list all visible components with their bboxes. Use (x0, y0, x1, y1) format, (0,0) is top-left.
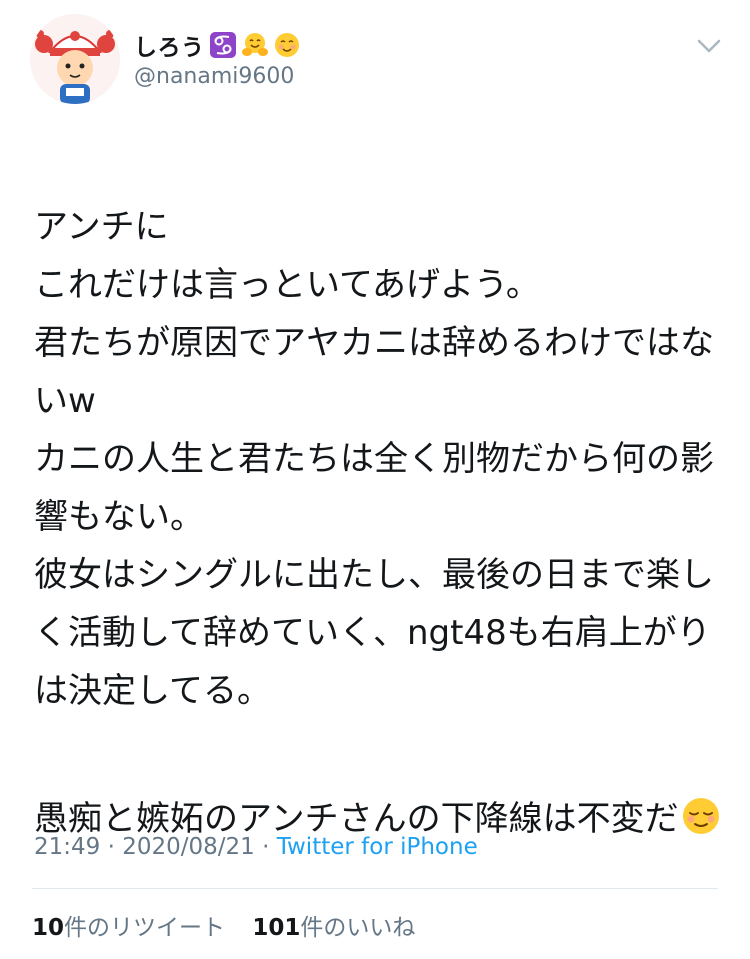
character-avatar-icon (30, 14, 120, 104)
meta-separator: · (100, 834, 123, 860)
hugging-face-icon (241, 31, 269, 59)
tweet-time: 21:49 (34, 834, 101, 860)
user-info: しろう @nanami9600 (134, 28, 301, 89)
avatar[interactable] (30, 14, 120, 104)
like-count: 101 (252, 915, 301, 941)
tweet-body: アンチに これだけは言っといてあげよう。 君たちが原因でアヤカニは辞めるわけでは… (34, 140, 724, 906)
tweet-meta: 21:49 · 2020/08/21 · Twitter for iPhone (34, 834, 478, 860)
display-name-row: しろう (134, 28, 301, 62)
tweet-paragraph-2-text: 愚痴と嫉妬のアンチさんの下降線は不変だ (34, 799, 679, 839)
like-stat[interactable]: 101件のいいね (252, 915, 415, 941)
user-handle[interactable]: @nanami9600 (134, 64, 301, 89)
cancer-zodiac-icon (209, 31, 237, 59)
retweet-stat[interactable]: 10件のリツイート (32, 915, 225, 941)
retweet-label: 件のリツイート (64, 915, 226, 941)
tweet-source-link[interactable]: Twitter for iPhone (277, 834, 478, 860)
relieved-face-icon (681, 796, 721, 836)
like-label: 件のいいね (300, 915, 416, 941)
tweet-date[interactable]: 2020/08/21 (122, 834, 255, 860)
tweet-stats: 10件のリツイート 101件のいいね (32, 908, 435, 942)
tweet-paragraph-1: アンチに これだけは言っといてあげよう。 君たちが原因でアヤカニは辞めるわけでは… (34, 207, 714, 711)
retweet-count: 10 (32, 915, 65, 941)
smiling-face-icon (273, 31, 301, 59)
display-name[interactable]: しろう (134, 28, 205, 62)
tweet-header: しろう @nanami9600 (30, 14, 721, 114)
divider (32, 888, 718, 889)
chevron-down-icon[interactable] (694, 34, 724, 58)
meta-separator: · (254, 834, 277, 860)
